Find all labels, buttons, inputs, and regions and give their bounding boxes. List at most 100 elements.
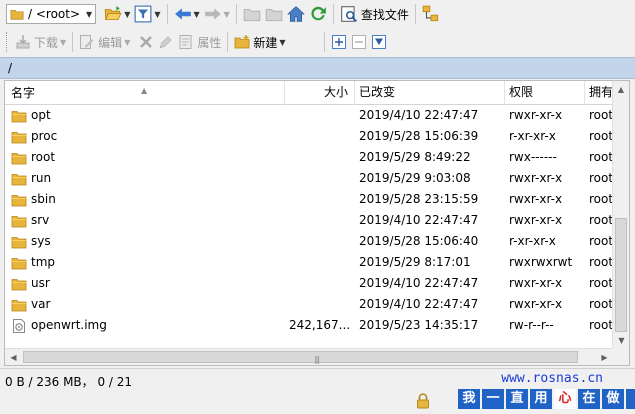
row-changed: 2019/5/29 8:17:01 <box>359 255 471 269</box>
row-owner: root <box>589 108 613 122</box>
table-row[interactable]: tmp 2019/5/29 8:17:01 rwxrwxrwt root <box>5 252 613 273</box>
scroll-grip-icon: ||| <box>314 355 320 364</box>
select-add-button[interactable] <box>329 31 349 53</box>
row-name: srv <box>31 213 50 227</box>
column-header-owner-label: 拥有 <box>589 85 613 99</box>
row-changed: 2019/4/10 22:47:47 <box>359 297 479 311</box>
folder-icon <box>11 194 27 206</box>
delete-button[interactable] <box>136 31 156 53</box>
row-changed: 2019/5/23 14:35:17 <box>359 318 479 332</box>
row-owner: root <box>589 171 613 185</box>
slogan-char: 做 <box>602 389 624 409</box>
back-button[interactable]: ▼ <box>172 3 202 25</box>
slogan-char: 在 <box>578 389 600 409</box>
select-remove-button[interactable] <box>349 31 369 53</box>
table-row[interactable]: openwrt.img 242,167... 2019/5/23 14:35:17 r… <box>5 315 613 336</box>
file-list-rows: opt 2019/4/10 22:47:47 rwxr-xr-x root proc 20… <box>5 105 613 336</box>
table-row[interactable]: usr 2019/4/10 22:47:47 rwxr-xr-x root <box>5 273 613 294</box>
row-owner: root <box>589 297 613 311</box>
toolbar-grip[interactable] <box>6 32 9 52</box>
lock-icon <box>417 393 429 409</box>
select-filter-button[interactable] <box>369 31 389 53</box>
row-owner: root <box>589 213 613 227</box>
row-changed: 2019/5/28 15:06:40 <box>359 234 479 248</box>
row-name-cell: openwrt.img <box>5 315 285 336</box>
scroll-down-arrow-icon[interactable]: ▼ <box>613 332 629 349</box>
new-folder-icon <box>234 35 250 49</box>
parent-folder-button[interactable] <box>241 3 263 25</box>
row-permissions: rwxr-xr-x <box>509 171 563 185</box>
selection-status: 0 B / 236 MB， 0 / 21 <box>5 375 133 389</box>
column-header-size[interactable]: 大小 <box>285 81 355 105</box>
current-path: / <box>8 61 13 75</box>
table-row[interactable]: srv 2019/4/10 22:47:47 rwxr-xr-x root <box>5 210 613 231</box>
chevron-down-icon: ▼ <box>124 9 131 19</box>
table-row[interactable]: run 2019/5/29 9:03:08 rwxr-xr-x root <box>5 168 613 189</box>
scroll-right-arrow-icon[interactable]: ▶ <box>596 349 613 365</box>
toolbar-separator <box>227 32 229 52</box>
horizontal-scrollbar[interactable]: ◀ ||| ▶ <box>5 348 613 365</box>
refresh-button[interactable] <box>307 3 329 25</box>
toolbar-separator <box>323 32 325 52</box>
row-permissions: rwxr-xr-x <box>509 297 563 311</box>
forward-button[interactable]: ▼ <box>202 3 232 25</box>
table-row[interactable]: sbin 2019/5/28 23:15:59 rwxr-xr-x root <box>5 189 613 210</box>
slogan-banner: 我一直用心在做! <box>458 389 635 409</box>
slogan-char: 我 <box>458 389 480 409</box>
file-list-header: 名字 ▲ 大小 已改变 权限 拥有 <box>5 81 613 105</box>
row-permissions: rwxr-xr-x <box>509 213 563 227</box>
edit-button[interactable]: 编辑 ▼ <box>77 31 132 53</box>
horizontal-scroll-thumb[interactable]: ||| <box>23 351 578 364</box>
row-owner: root <box>589 192 613 206</box>
new-button[interactable]: 新建 ▼ <box>232 31 287 53</box>
scrollbar-corner <box>612 348 629 365</box>
folder-icon <box>11 236 27 248</box>
column-header-permissions[interactable]: 权限 <box>505 81 585 105</box>
new-label: 新建 <box>253 35 278 50</box>
minus-square-icon <box>351 35 366 49</box>
disk-image-file-icon <box>13 318 25 333</box>
row-name: sbin <box>31 192 56 206</box>
slogan-char: 一 <box>482 389 504 409</box>
table-row[interactable]: var 2019/4/10 22:47:47 rwxr-xr-x root <box>5 294 613 315</box>
row-name-cell: opt <box>5 105 285 126</box>
row-owner: root <box>589 150 613 164</box>
scroll-left-arrow-icon[interactable]: ◀ <box>5 349 22 365</box>
folder-icon <box>11 131 27 143</box>
scroll-up-arrow-icon[interactable]: ▲ <box>613 81 629 98</box>
root-folder-button[interactable] <box>263 3 285 25</box>
row-name-cell: tmp <box>5 252 285 273</box>
table-row[interactable]: opt 2019/4/10 22:47:47 rwxr-xr-x root <box>5 105 613 126</box>
column-header-name[interactable]: 名字 ▲ <box>5 81 285 105</box>
rename-button[interactable] <box>156 31 176 53</box>
row-changed: 2019/4/10 22:47:47 <box>359 276 479 290</box>
tree-toggle-button[interactable] <box>420 3 442 25</box>
folder-icon <box>11 278 27 290</box>
edit-icon <box>80 35 94 49</box>
file-list[interactable]: 名字 ▲ 大小 已改变 权限 拥有 opt 2019/4/10 22:47:47 r… <box>4 80 630 366</box>
toolbar-navigation: / <root> ▼ ▼ ▼ ▼ ▼ 查找文件 <box>0 0 635 28</box>
folder-icon <box>11 173 27 185</box>
vertical-scrollbar[interactable]: ▲ ▼ <box>612 81 629 349</box>
root-folder-icon <box>265 9 283 22</box>
home-button[interactable] <box>285 3 307 25</box>
vertical-scroll-thumb[interactable] <box>615 218 627 332</box>
row-permissions: rwxrwxrwt <box>509 255 573 269</box>
table-row[interactable]: sys 2019/5/28 15:06:40 r-xr-xr-x root <box>5 231 613 252</box>
path-combo[interactable]: / <root> ▼ <box>6 4 97 24</box>
toolbar-separator <box>72 32 74 52</box>
column-header-changed[interactable]: 已改变 <box>355 81 505 105</box>
properties-button[interactable]: 属性 <box>176 31 223 53</box>
table-row[interactable]: root 2019/5/29 8:49:22 rwx------ root <box>5 147 613 168</box>
toolbar-separator <box>235 4 237 24</box>
row-owner: root <box>589 318 613 332</box>
find-files-button[interactable]: 查找文件 <box>338 3 411 25</box>
download-label: 下载 <box>34 35 59 50</box>
filter-button[interactable]: ▼ <box>132 3 162 25</box>
download-button[interactable]: 下载 ▼ <box>13 31 68 53</box>
table-row[interactable]: proc 2019/5/28 15:06:39 r-xr-xr-x root <box>5 126 613 147</box>
column-header-owner[interactable]: 拥有 <box>585 81 613 105</box>
open-folder-button[interactable]: ▼ <box>102 3 132 25</box>
row-changed: 2019/5/28 23:15:59 <box>359 192 479 206</box>
row-size: 242,167... <box>289 318 351 332</box>
